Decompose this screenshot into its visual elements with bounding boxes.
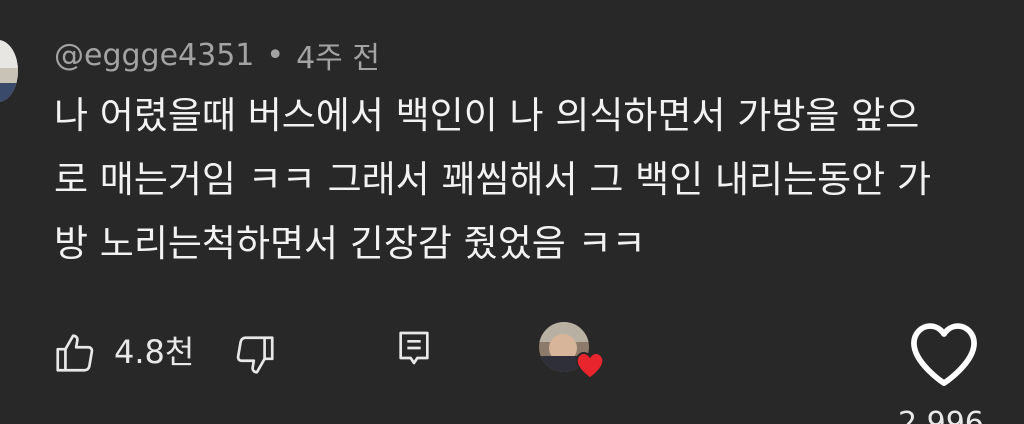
heart-icon — [575, 351, 605, 380]
reply-icon[interactable] — [394, 328, 434, 368]
comment-line: 로 매는거임 ㅋㅋ 그래서 꽤씸해서 그 백인 내리는동안 가 — [54, 158, 932, 201]
comment-line: 나 어렸을때 버스에서 백인이 나 의식하면서 가방을 앞으 — [54, 94, 920, 137]
like-count: 4.8천 — [114, 333, 195, 371]
comment-line: 방 노리는척하면서 긴장감 줬었음 ㅋㅋ — [54, 222, 646, 265]
author-avatar[interactable] — [0, 40, 18, 102]
thumbs-down-icon[interactable] — [232, 332, 278, 378]
comment-actions: 4.8천 — [0, 318, 1024, 388]
comment-meta: @eggge4351 • 4주 전 — [54, 33, 380, 77]
comment-time: 4주 전 — [296, 41, 380, 76]
comment-text: 나 어렸을때 버스에서 백인이 나 의식하면서 가방을 앞으 로 매는거임 ㅋㅋ… — [54, 84, 1024, 276]
side-like-count: 2,996 — [898, 406, 984, 424]
author-handle[interactable]: @eggge4351 — [54, 38, 254, 73]
meta-separator: • — [266, 37, 285, 73]
heart-outline-icon[interactable] — [906, 318, 982, 388]
thumbs-up-icon[interactable] — [52, 330, 98, 376]
comment-screen: @eggge4351 • 4주 전 나 어렸을때 버스에서 백인이 나 의식하면… — [0, 0, 1024, 424]
